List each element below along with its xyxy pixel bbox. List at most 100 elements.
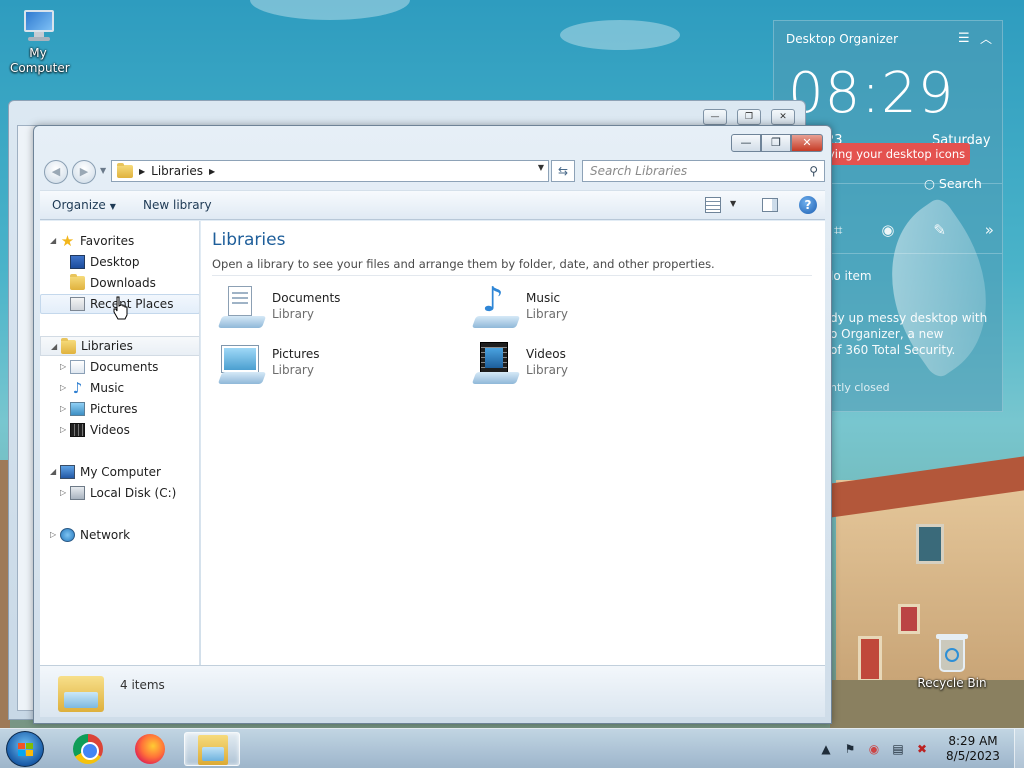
network-icon — [60, 528, 75, 542]
back-button[interactable]: ◀ — [44, 160, 68, 184]
windows-logo-icon — [18, 743, 33, 756]
breadcrumb-separator[interactable]: ▶ — [139, 167, 145, 176]
desktop-icon-recycle-bin[interactable]: Recycle Bin — [912, 632, 992, 690]
library-type: Library — [526, 363, 568, 377]
search-placeholder: Search Libraries — [590, 164, 688, 178]
recent-pages-dropdown[interactable]: ▼ — [100, 166, 106, 175]
nav-music[interactable]: ▷ ♪ Music — [40, 378, 199, 398]
clock-date: 8/5/2023 — [946, 749, 1000, 763]
nav-my-computer[interactable]: ◢ My Computer — [40, 462, 199, 482]
organize-label: Organize — [52, 198, 106, 212]
search-input[interactable]: Search Libraries ⚲ — [582, 160, 825, 182]
system-clock[interactable]: 8:29 AM 8/5/2023 — [938, 734, 1008, 764]
pictures-library-icon — [217, 340, 267, 388]
nav-videos[interactable]: ▷ Videos — [40, 420, 199, 440]
new-library-button[interactable]: New library — [143, 198, 212, 212]
breadcrumb-libraries[interactable]: Libraries — [151, 164, 203, 178]
desktop-icon — [70, 255, 85, 269]
nav-pictures[interactable]: ▷ Pictures — [40, 399, 199, 419]
libraries-icon — [61, 338, 76, 354]
wallpaper-cloud — [250, 0, 410, 20]
library-tile-pictures[interactable]: Pictures Library — [217, 340, 448, 390]
organize-button[interactable]: Organize ▼ — [52, 198, 116, 212]
wallpaper-cloud — [560, 20, 680, 50]
content-pane: Libraries Open a library to see your fil… — [201, 221, 825, 665]
chevron-up-icon[interactable]: ︿ — [980, 30, 992, 47]
minimize-button[interactable]: — — [703, 109, 727, 125]
divider — [212, 275, 812, 276]
star-icon: ★ — [60, 232, 75, 250]
desktop-icon-my-computer[interactable]: My Computer — [6, 8, 70, 76]
taskbar-firefox[interactable] — [122, 732, 178, 766]
volume-muted-icon[interactable]: ✖ — [914, 741, 930, 757]
organizer-add-item[interactable]: lo item — [830, 269, 872, 283]
computer-icon — [18, 8, 58, 42]
chrome-icon — [73, 734, 103, 764]
change-view-icon[interactable] — [705, 197, 721, 213]
nav-favorites[interactable]: ◢ ★ Favorites — [40, 231, 199, 251]
forward-icon[interactable]: » — [985, 221, 994, 239]
close-button[interactable]: ✕ — [771, 109, 795, 125]
library-name: Music — [526, 291, 561, 305]
edit-icon[interactable]: ✎ — [933, 221, 946, 239]
address-dropdown-icon[interactable]: ▼ — [538, 163, 544, 172]
nav-desktop[interactable]: Desktop — [40, 252, 199, 272]
details-pane: 4 items — [40, 665, 825, 717]
more-options-dropdown[interactable]: ▼ — [730, 199, 736, 208]
minimize-button[interactable]: — — [731, 134, 761, 152]
action-center-flag-icon[interactable]: ⚑ — [842, 741, 858, 757]
library-name: Documents — [272, 291, 341, 305]
navigation-pane: ◢ ★ Favorites Desktop Downloads Recent P… — [40, 221, 200, 665]
nav-downloads[interactable]: Downloads — [40, 273, 199, 293]
library-tile-documents[interactable]: Documents Library — [217, 284, 448, 334]
crop-icon[interactable]: ⌗ — [834, 221, 842, 239]
recycle-bin-icon — [936, 632, 968, 672]
network-status-icon[interactable]: ▤ — [890, 741, 906, 757]
hamburger-icon[interactable]: ☰ — [958, 31, 970, 46]
maximize-button[interactable]: ❐ — [761, 134, 791, 152]
taskbar-chrome[interactable] — [60, 732, 116, 766]
organizer-notification-pill[interactable]: ying your desktop icons — [824, 143, 970, 165]
preview-pane-icon[interactable] — [762, 198, 778, 212]
library-tile-videos[interactable]: Videos Library — [471, 340, 702, 390]
maximize-button[interactable]: ❐ — [737, 109, 761, 125]
nav-label: Documents — [90, 360, 159, 374]
start-button[interactable] — [6, 731, 44, 767]
organizer-search-button[interactable]: ○ Search — [924, 176, 982, 191]
show-desktop-button[interactable] — [1014, 729, 1024, 768]
breadcrumb-separator[interactable]: ▶ — [209, 167, 215, 176]
hard-drive-icon — [70, 486, 85, 500]
music-library-icon: ♪ — [471, 280, 521, 332]
taskbar: ▲ ⚑ ◉ ▤ ✖ 8:29 AM 8/5/2023 — [0, 728, 1024, 768]
recent-places-icon — [70, 297, 85, 311]
search-icon[interactable]: ⚲ — [809, 161, 818, 181]
close-button[interactable]: ✕ — [791, 134, 823, 152]
promo-line: o Organizer, a new — [830, 327, 944, 341]
music-icon: ♪ — [72, 379, 83, 397]
organizer-toolbar: ⌗ ◉ ✎ » — [834, 221, 994, 239]
show-hidden-icons-icon[interactable]: ▲ — [818, 741, 834, 757]
security-icon[interactable]: ◉ — [866, 741, 882, 757]
nav-label: Desktop — [90, 255, 140, 269]
nav-documents[interactable]: ▷ Documents — [40, 357, 199, 377]
library-tile-music[interactable]: ♪ Music Library — [471, 280, 702, 334]
page-title: Libraries — [212, 230, 286, 250]
organizer-title: Desktop Organizer — [786, 32, 898, 46]
firefox-icon — [135, 734, 165, 764]
help-icon[interactable]: ? — [799, 196, 817, 214]
desktop-icon-label: My Computer — [10, 46, 70, 75]
explorer-window[interactable]: — ❐ ✕ ◀ ▶ ▼ ▶ Libraries ▶ ▼ ⇆ Search Lib… — [33, 125, 832, 724]
hand-cursor-icon — [113, 296, 128, 320]
taskbar-explorer[interactable] — [184, 732, 240, 766]
refresh-button[interactable]: ⇆ — [551, 160, 575, 182]
eye-icon[interactable]: ◉ — [881, 221, 894, 239]
clock-time: 8:29 AM — [948, 734, 998, 748]
nav-label: Recent Places — [90, 297, 174, 311]
nav-local-disk[interactable]: ▷ Local Disk (C:) — [40, 483, 199, 503]
nav-libraries[interactable]: ◢ Libraries — [40, 336, 199, 356]
forward-button[interactable]: ▶ — [72, 160, 96, 184]
organizer-promo-text: dy up messy desktop with o Organizer, a … — [830, 310, 1000, 358]
address-bar[interactable]: ▶ Libraries ▶ ▼ — [111, 160, 549, 182]
item-count: 4 items — [120, 678, 165, 692]
nav-network[interactable]: ▷ Network — [40, 525, 199, 545]
